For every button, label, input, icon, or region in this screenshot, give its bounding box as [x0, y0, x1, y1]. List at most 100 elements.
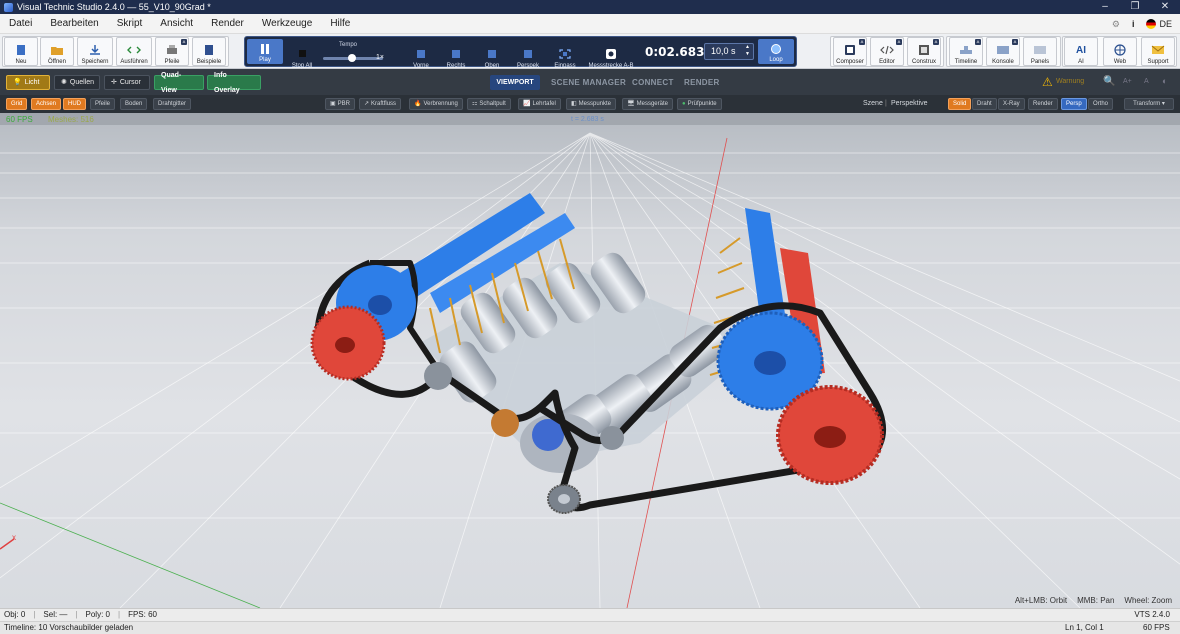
fit-frame-icon [559, 49, 571, 59]
toggle-measure-points[interactable]: ◧ Messpunkte [566, 98, 617, 110]
menu-render[interactable]: Render [202, 14, 253, 34]
play-button[interactable]: Play [247, 39, 283, 64]
toggle-pbr[interactable]: ▣ PBR [325, 98, 356, 110]
status-poly: Poly: 0 [85, 610, 110, 619]
editor-button[interactable]: A Editor [870, 37, 904, 66]
tensioner-pulley-orange [491, 409, 519, 437]
engine-scene[interactable] [0, 113, 1180, 608]
book-icon [205, 45, 213, 55]
view-top-button[interactable]: Oben [476, 40, 508, 69]
spinner-arrows-icon[interactable]: ▲ ▼ [745, 44, 750, 58]
globe-icon [1114, 44, 1126, 56]
web-button[interactable]: Web [1103, 37, 1137, 66]
menu-hilfe[interactable]: Hilfe [321, 14, 359, 34]
toggle-combustion[interactable]: 🔥 Verbrennung [409, 98, 463, 110]
font-decrease-icon[interactable]: A [1144, 78, 1149, 85]
window-controls: – ❐ ✕ [1090, 0, 1180, 14]
menu-bearbeiten[interactable]: Bearbeiten [41, 14, 107, 34]
timeline-button[interactable]: A Timeline [949, 37, 983, 66]
tempo-value: 1× [376, 54, 384, 61]
save-button[interactable]: Speichern [77, 37, 113, 66]
fps-overlay: 60 FPS [6, 115, 33, 124]
support-button[interactable]: Support [1141, 37, 1175, 66]
language-switch[interactable]: DE [1146, 19, 1172, 29]
render-xray[interactable]: X-Ray [998, 98, 1025, 110]
navigation-hints: Alt+LMB: Orbit MMB: Pan Wheel: Zoom [1014, 596, 1172, 605]
toggle-grid[interactable]: Grid [6, 98, 28, 110]
tab-viewport[interactable]: VIEWPORT [490, 75, 540, 90]
view-right-button[interactable]: Rechts [440, 40, 472, 69]
zoom-search-icon[interactable]: 🔍 [1103, 76, 1115, 87]
duration-input[interactable]: 10,0 s ▲ ▼ [704, 43, 754, 60]
tempo-slider-handle[interactable] [348, 54, 356, 62]
projection-ortho[interactable]: Ortho [1088, 98, 1114, 110]
toggle-test-points[interactable]: ● Prüfpunkte [677, 98, 722, 110]
right-view-icon [452, 50, 460, 58]
render-wire[interactable]: Draht [972, 98, 997, 110]
toggle-hud[interactable]: HUD [63, 98, 86, 110]
transform-dropdown[interactable]: Transform ▾ [1124, 98, 1174, 110]
fit-view-button[interactable]: Einpass [549, 40, 581, 69]
z-axis-line [0, 502, 261, 608]
menu-ansicht[interactable]: Ansicht [151, 14, 202, 34]
toggle-wireframe[interactable]: Drahtgitter [153, 98, 192, 110]
maximize-button[interactable]: ❐ [1120, 0, 1150, 14]
light-button[interactable]: 💡 Licht [6, 75, 50, 90]
pbr-icon: ▣ [330, 100, 336, 107]
chart-icon: 📈 [523, 100, 531, 107]
panels-button[interactable]: Panels [1023, 37, 1057, 66]
toggle-arrows[interactable]: Pfeile [90, 98, 116, 110]
3d-viewport[interactable]: 60 FPS Meshes: 516 t = 2.683 s x Alt+LMB… [0, 113, 1180, 608]
render-render[interactable]: Render [1028, 98, 1058, 110]
tab-connect[interactable]: CONNECT [632, 75, 674, 90]
tab-render[interactable]: RENDER [684, 75, 720, 90]
close-button[interactable]: ✕ [1150, 0, 1180, 14]
font-increase-icon[interactable]: A+ [1123, 78, 1132, 85]
toggle-force-flow[interactable]: ↗ Kraftfluss [359, 98, 402, 110]
toggle-floor[interactable]: Boden [120, 98, 148, 110]
view-front-button[interactable]: Vorne [405, 40, 437, 69]
render-solid[interactable]: Solid [948, 98, 972, 110]
arrows-button[interactable]: A Pfeile [155, 37, 189, 66]
stop-all-button[interactable]: Stop All [287, 40, 317, 69]
warning-icon[interactable]: ⚠ [1042, 75, 1053, 89]
run-button[interactable]: Ausführen [116, 37, 152, 66]
toggle-instruments[interactable]: 🖥 Messgeräte [622, 98, 673, 110]
front-view-icon [417, 50, 425, 58]
menu-skript[interactable]: Skript [108, 14, 152, 34]
measure-icon [606, 49, 616, 59]
time-display: 0:02.683 [645, 45, 705, 59]
quad-view-button[interactable]: Quad-View [154, 72, 204, 94]
menu-werkzeuge[interactable]: Werkzeuge [253, 14, 321, 34]
toggle-axes[interactable]: Achsen [31, 98, 62, 110]
console-button[interactable]: A Konsole [986, 37, 1020, 66]
scene-label: Szene [863, 100, 883, 107]
construx-button[interactable]: A Construx [907, 37, 941, 66]
info-overlay-button[interactable]: Info Overlay [207, 72, 261, 94]
measure-ab-button[interactable]: Messstrecke A-B [585, 40, 637, 69]
pause-icon [261, 44, 269, 54]
projection-persp[interactable]: Persp [1061, 98, 1087, 110]
tab-scene-manager[interactable]: SCENE MANAGER [551, 75, 626, 90]
cursor-button[interactable]: ✛ Cursor [104, 75, 150, 90]
toggle-control-panel[interactable]: ⚏ Schaltpult [467, 98, 511, 110]
sources-button[interactable]: ✺ Quellen [54, 75, 100, 90]
display-toggle-icon[interactable]: ◐ [1162, 76, 1167, 86]
flame-icon: 🔥 [414, 100, 422, 107]
minimize-button[interactable]: – [1090, 0, 1120, 14]
view-perspective-button[interactable]: Perspek [511, 40, 545, 69]
panels-icon [1034, 46, 1046, 54]
new-button[interactable]: Neu [4, 37, 38, 66]
status-cursor-position: Ln 1, Col 1 [1065, 623, 1104, 632]
toggle-teaching-board[interactable]: 📈 Lehrtafel [518, 98, 561, 110]
loop-button[interactable]: Loop [758, 39, 794, 64]
info-icon[interactable]: i [1132, 19, 1135, 29]
composer-button[interactable]: A Composer [833, 37, 867, 66]
menu-datei[interactable]: Datei [0, 14, 41, 34]
status-bar-info: Obj: 0 | Sel: — | Poly: 0 | FPS: 60 VTS … [0, 608, 1180, 621]
open-button[interactable]: Öffnen [40, 37, 74, 66]
examples-button[interactable]: Beispiele [192, 37, 226, 66]
ai-button[interactable]: AI AI [1064, 37, 1098, 66]
menu-right: ⚙ i DE [1112, 14, 1172, 34]
settings-gear-icon[interactable]: ⚙ [1112, 19, 1120, 30]
